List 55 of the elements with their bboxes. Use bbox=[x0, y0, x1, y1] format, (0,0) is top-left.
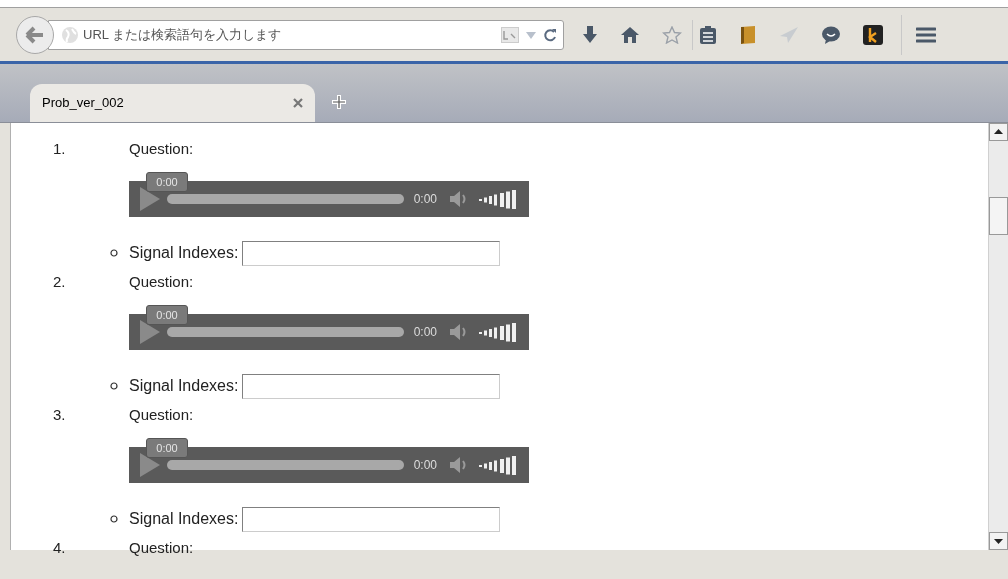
tab-title: Prob_ver_002 bbox=[42, 94, 125, 113]
play-icon[interactable] bbox=[139, 319, 161, 345]
bullet-icon bbox=[110, 515, 118, 523]
app-logo-icon[interactable] bbox=[863, 24, 883, 45]
time-tooltip: 0:00 bbox=[146, 438, 188, 458]
seek-track[interactable] bbox=[167, 460, 404, 470]
input-field[interactable] bbox=[242, 506, 501, 532]
seek-track[interactable] bbox=[167, 327, 404, 337]
question-label: Question: bbox=[129, 404, 194, 425]
field-label: Signal Indexes: bbox=[129, 376, 239, 396]
time-display: 0:00 bbox=[413, 457, 437, 474]
star-icon[interactable] bbox=[662, 25, 682, 44]
scroll-thumb[interactable] bbox=[989, 197, 1008, 235]
chat-bubble-icon[interactable] bbox=[821, 24, 841, 45]
question-label: Question: bbox=[129, 537, 194, 558]
time-display: 0:00 bbox=[413, 191, 437, 208]
menu-icon[interactable] bbox=[916, 26, 936, 43]
url-placeholder: URL または検索語句を入力します bbox=[83, 25, 283, 44]
globe-icon bbox=[61, 25, 79, 44]
volume-bars-icon[interactable] bbox=[479, 455, 519, 475]
clipboard-icon[interactable] bbox=[699, 24, 717, 45]
field-label: Signal Indexes: bbox=[129, 243, 239, 263]
reload-icon[interactable] bbox=[543, 27, 557, 42]
volume-bars-icon[interactable] bbox=[479, 322, 519, 342]
question-label: Question: bbox=[129, 271, 194, 292]
scroll-down-icon[interactable] bbox=[989, 532, 1008, 550]
time-tooltip: 0:00 bbox=[146, 172, 188, 192]
input-field[interactable] bbox=[242, 240, 501, 266]
download-icon[interactable] bbox=[582, 25, 598, 44]
volume-bars-icon[interactable] bbox=[479, 189, 519, 209]
question-number: 3. bbox=[52, 404, 67, 425]
close-icon[interactable] bbox=[293, 98, 303, 108]
bullet-icon bbox=[110, 382, 118, 390]
question-number: 1. bbox=[52, 138, 67, 159]
browser-tab[interactable]: Prob_ver_002 bbox=[30, 84, 315, 122]
new-tab-icon[interactable] bbox=[331, 94, 347, 110]
field-label: Signal Indexes: bbox=[129, 509, 239, 529]
book-icon[interactable] bbox=[739, 24, 757, 45]
back-button[interactable] bbox=[16, 15, 54, 54]
question-number: 4. bbox=[52, 537, 67, 558]
url-bar[interactable]: URL または検索語句を入力します bbox=[48, 19, 564, 50]
time-display: 0:00 bbox=[413, 324, 437, 341]
play-icon[interactable] bbox=[139, 186, 161, 212]
input-field[interactable] bbox=[242, 373, 501, 399]
question-label: Question: bbox=[129, 138, 194, 159]
time-tooltip: 0:00 bbox=[146, 305, 188, 325]
question-number: 2. bbox=[52, 271, 67, 292]
seek-track[interactable] bbox=[167, 194, 404, 204]
bullet-icon bbox=[110, 249, 118, 257]
scrollbar[interactable] bbox=[988, 123, 1008, 550]
home-icon[interactable] bbox=[620, 25, 640, 44]
play-icon[interactable] bbox=[139, 452, 161, 478]
back-arrow-icon bbox=[25, 25, 45, 44]
reader-icon[interactable] bbox=[501, 26, 519, 43]
scroll-up-icon[interactable] bbox=[989, 123, 1008, 141]
